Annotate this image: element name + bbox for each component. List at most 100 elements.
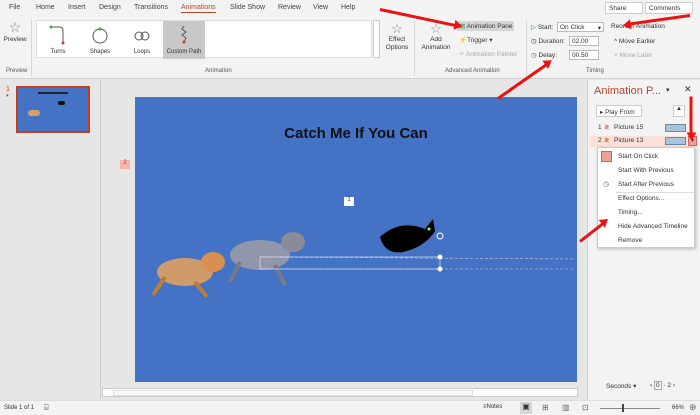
thumb-title — [38, 92, 68, 94]
delay-label: ◷ Delay: — [531, 51, 557, 59]
ribbon: ☆ Preview Preview Turns Shapes Loops Cus… — [0, 17, 700, 79]
circle-icon — [92, 27, 108, 44]
pane-title: Animation P... — [594, 85, 662, 97]
tab-design[interactable]: Design — [99, 4, 121, 11]
slideshow-icon[interactable]: ⊡ — [582, 403, 589, 412]
menu-start-with-previous[interactable]: Start With Previous — [618, 167, 674, 174]
close-icon[interactable]: ✕ — [684, 84, 692, 95]
pane-options-icon[interactable]: ▾ — [666, 86, 670, 94]
comments-label: Comments — [649, 5, 681, 12]
gallery-custom-path[interactable]: Custom Path — [163, 21, 205, 59]
seconds-dropdown[interactable]: Seconds ▾ — [606, 382, 636, 390]
slide-counter: Slide 1 of 1 — [4, 405, 35, 411]
animation-painter-button[interactable]: ✧ Animation Painter — [459, 50, 517, 58]
zoom-slider[interactable] — [600, 408, 660, 409]
slide-thumbnail[interactable] — [16, 86, 90, 133]
handle[interactable] — [437, 254, 443, 260]
path-icon: ≷ — [604, 137, 610, 144]
divider — [414, 20, 415, 76]
slide-sorter-icon[interactable]: ⊞ — [542, 403, 549, 412]
menu-remove[interactable]: Remove — [618, 237, 642, 244]
notes-button[interactable]: ≡Notes — [483, 404, 502, 410]
slide-canvas[interactable]: Catch Me If You Can 1 — [135, 97, 577, 382]
clock-icon: ◷ — [603, 181, 610, 188]
preview-button[interactable]: ☆ Preview — [3, 19, 27, 43]
group-preview-label: Preview — [6, 68, 28, 74]
delay-input[interactable]: 00.50 — [569, 50, 599, 60]
delay-value: 00.50 — [572, 52, 589, 59]
animation-pane-button[interactable]: ▤ Animation Pane — [457, 21, 515, 31]
move-later-button[interactable]: ˅ Move Later — [614, 52, 652, 59]
accessibility-icon[interactable]: ⌸ — [44, 403, 49, 413]
duration-text: Duration: — [538, 38, 565, 45]
duration-input[interactable]: 02.00 — [569, 36, 599, 46]
menu-timing[interactable]: Timing... — [618, 209, 643, 216]
timeline-zoom[interactable]: ‹ 0 · 2 › — [650, 381, 675, 390]
menu-start-on-click[interactable]: Start On Click — [618, 153, 658, 160]
timeline-start: 0 — [653, 381, 662, 390]
tab-file[interactable]: File — [9, 4, 20, 11]
horizontal-scrollbar[interactable] — [102, 388, 578, 397]
tab-view[interactable]: View — [313, 4, 328, 11]
move-up-button[interactable]: ▲ — [673, 105, 685, 117]
delay-clock-icon: ◷ — [531, 52, 537, 59]
tab-review[interactable]: Review — [278, 4, 301, 11]
fit-slide-icon[interactable]: ⊕ — [689, 402, 697, 413]
lightning-icon: ⚡ — [459, 37, 468, 44]
gallery-shapes[interactable]: Shapes — [79, 21, 121, 59]
animation-item-selected[interactable]: 2 ≷ Picture 13 ▾ — [590, 136, 698, 147]
normal-view-icon[interactable]: ▣ — [520, 402, 532, 414]
effect-options-button[interactable]: ☆ Effect Options — [384, 21, 410, 52]
zoom-slider-thumb[interactable] — [622, 404, 624, 412]
status-bar: Slide 1 of 1 ⌸ ≡Notes ▣ ⊞ ▥ ⊡ 66% ⊕ — [0, 400, 700, 415]
play-from-label: Play From — [605, 109, 635, 116]
share-label: Share — [609, 5, 627, 12]
handle[interactable] — [437, 266, 443, 272]
animation-item[interactable]: 1 ≷ Picture 15 — [590, 123, 698, 134]
gallery-loops[interactable]: Loops — [121, 21, 163, 59]
rotate-handle[interactable] — [436, 232, 444, 240]
custom-path-icon — [181, 25, 187, 44]
divider — [526, 20, 527, 76]
start-select[interactable]: On Click ▾ — [557, 22, 604, 32]
scrollbar-thumb[interactable] — [113, 390, 473, 396]
gallery-turns[interactable]: Turns — [37, 21, 79, 59]
timeline-end: 2 — [667, 382, 672, 389]
move-earlier-button[interactable]: ^ Move Earlier — [614, 38, 655, 45]
turns-icon — [49, 25, 65, 45]
share-button[interactable]: Share — [605, 2, 643, 14]
tab-help[interactable]: Help — [341, 4, 355, 11]
tab-slide-show[interactable]: Slide Show — [230, 4, 265, 11]
zoom-level[interactable]: 66% — [672, 405, 684, 411]
menu-hide-advanced-timeline[interactable]: Hide Advanced Timeline — [618, 223, 688, 230]
reading-view-icon[interactable]: ▥ — [562, 403, 570, 412]
effect-options-label: Effect Options — [385, 36, 409, 51]
start-value: On Click — [560, 24, 585, 31]
tab-insert[interactable]: Insert — [68, 4, 86, 11]
gallery-label: Custom Path — [166, 49, 202, 55]
menu-bar: File Home Insert Design Transitions Anim… — [0, 0, 700, 17]
tab-home[interactable]: Home — [36, 4, 55, 11]
play-from-button[interactable]: ▸ Play From — [596, 105, 642, 117]
menu-start-after-previous[interactable]: Start After Previous — [618, 181, 674, 188]
item-number: 2 — [598, 137, 602, 144]
context-menu: Start On Click Start With Previous ◷ Sta… — [597, 147, 695, 248]
tab-animations[interactable]: Animations — [181, 4, 216, 13]
timeline-bar — [665, 137, 686, 145]
star-icon: ☆ — [8, 19, 22, 35]
comments-button[interactable]: Comments — [645, 2, 693, 14]
menu-divider — [616, 192, 694, 193]
slide-artwork — [151, 219, 576, 299]
menu-effect-options[interactable]: Effect Options... — [618, 195, 664, 202]
trigger-label: Trigger — [467, 37, 488, 44]
trigger-button[interactable]: ⚡Trigger ▾ — [459, 36, 493, 44]
group-animation-label: Animation — [205, 68, 232, 74]
thumb-dogs — [28, 110, 40, 116]
animation-star: * — [6, 94, 9, 101]
item-name: Picture 13 — [614, 137, 644, 144]
painter-icon: ✧ — [459, 51, 466, 58]
divider — [31, 20, 32, 76]
gallery-scrollbar[interactable] — [373, 20, 380, 58]
tab-transitions[interactable]: Transitions — [134, 4, 168, 11]
duration-value: 02.00 — [572, 38, 589, 45]
